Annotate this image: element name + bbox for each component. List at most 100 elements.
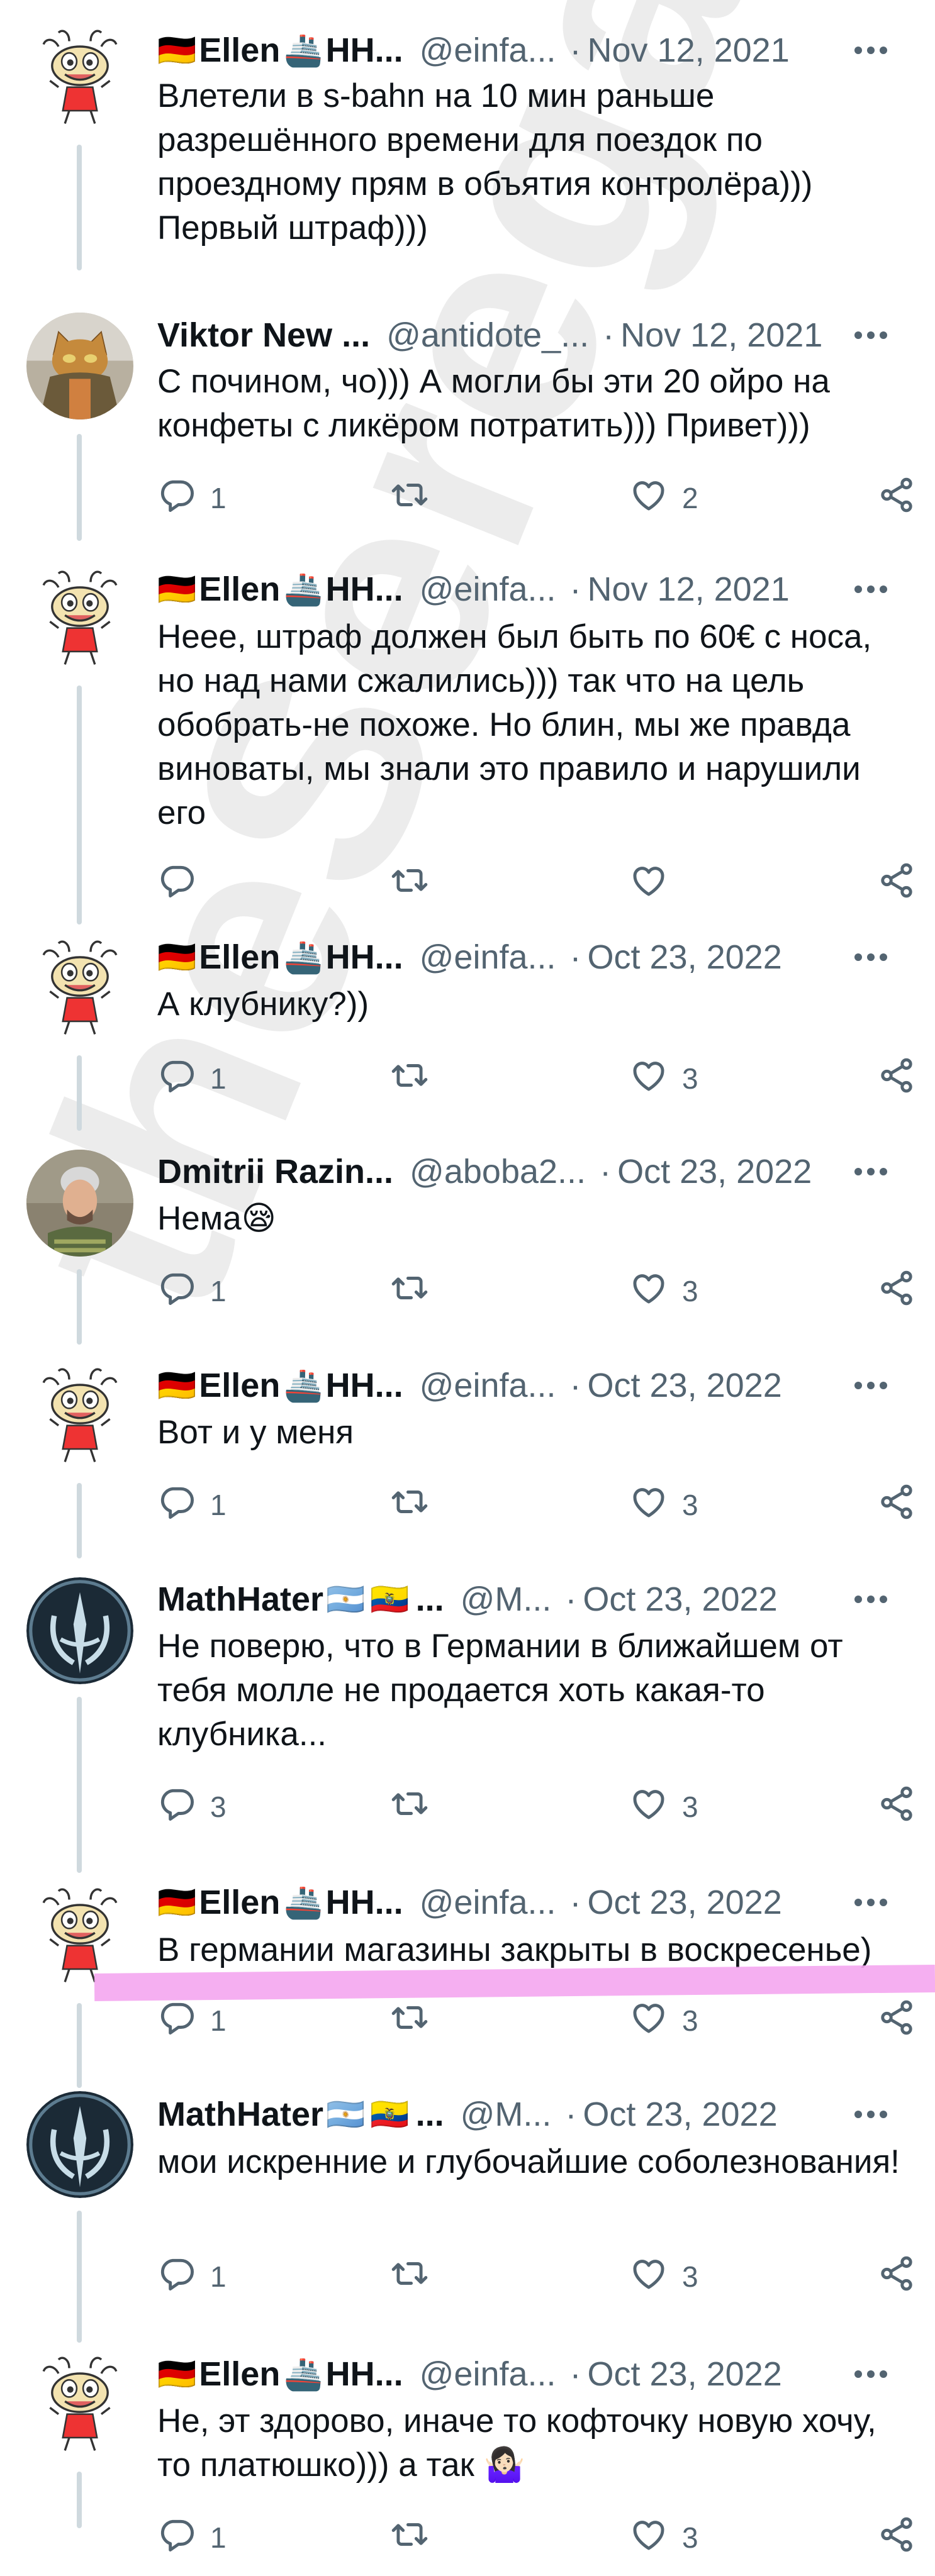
author-name-tail[interactable]: ...	[416, 1580, 444, 1619]
share-button[interactable]	[877, 2512, 916, 2563]
author-name-tail[interactable]: HH...	[326, 31, 403, 70]
reply-button[interactable]: 1	[157, 1053, 227, 1104]
more-icon[interactable]	[846, 313, 896, 357]
author-name-tail[interactable]: HH...	[326, 570, 403, 609]
share-button[interactable]	[877, 1480, 916, 1530]
avatar-bird[interactable]	[26, 25, 133, 132]
like-button[interactable]: 3	[629, 1053, 698, 1104]
author-handle[interactable]: @einfa...	[420, 31, 556, 70]
author-name[interactable]: Ellen	[199, 570, 280, 609]
reply-button[interactable]: 1	[157, 1266, 227, 1316]
more-icon[interactable]	[846, 1150, 896, 1194]
flag-de: 🇩🇪	[157, 939, 197, 975]
author-handle[interactable]: @aboba2...	[410, 1152, 586, 1191]
avatar-man[interactable]	[26, 1150, 133, 1257]
author-name-tail[interactable]: HH...	[326, 1883, 403, 1922]
author-name[interactable]: Ellen	[199, 2355, 280, 2394]
more-icon[interactable]	[846, 1577, 896, 1621]
avatar-jedi[interactable]	[26, 2091, 133, 2198]
retweet-button[interactable]	[390, 2512, 429, 2563]
like-count: 3	[682, 1062, 698, 1095]
more-icon[interactable]	[846, 567, 896, 611]
author-name-tail[interactable]: ...	[416, 2095, 444, 2134]
like-button[interactable]: 3	[629, 1996, 698, 2046]
author-name[interactable]: Ellen	[199, 938, 280, 977]
more-icon[interactable]	[846, 28, 896, 72]
author-handle[interactable]: @M...	[461, 2095, 552, 2134]
share-button[interactable]	[877, 1996, 916, 2046]
share-button[interactable]	[877, 858, 916, 909]
tweet-date[interactable]: Oct 23, 2022	[583, 2095, 777, 2134]
reply-button[interactable]: 1	[157, 1480, 227, 1530]
avatar-bird[interactable]	[26, 1363, 133, 1470]
tweet-header: 🇩🇪 Ellen 🚢 HH... @einfa... · Oct 23, 202…	[157, 2352, 910, 2396]
tweet-date[interactable]: Nov 12, 2021	[620, 316, 822, 355]
retweet-button[interactable]	[390, 858, 429, 909]
more-icon[interactable]	[846, 1363, 896, 1407]
reply-button[interactable]: 1	[157, 2512, 227, 2563]
tweet-date[interactable]: Oct 23, 2022	[588, 1366, 782, 1405]
tweet-date[interactable]: Nov 12, 2021	[588, 570, 790, 609]
tweet-date[interactable]: Oct 23, 2022	[588, 938, 782, 977]
more-icon[interactable]	[846, 1880, 896, 1924]
retweet-button[interactable]	[390, 1782, 429, 1832]
author-name[interactable]: Ellen	[199, 31, 280, 70]
reply-button[interactable]: 1	[157, 1996, 227, 2046]
retweet-button[interactable]	[390, 473, 429, 523]
tweet-date[interactable]: Oct 23, 2022	[588, 2355, 782, 2394]
like-button[interactable]: 3	[629, 1782, 698, 1832]
author-handle[interactable]: @einfa...	[420, 570, 556, 609]
retweet-button[interactable]	[390, 1053, 429, 1104]
tweet-header: MathHater 🇦🇷 🇪🇨 ... @M... · Oct 23, 2022	[157, 1577, 910, 1621]
share-button[interactable]	[877, 473, 916, 523]
share-button[interactable]	[877, 1782, 916, 1832]
author-name-tail[interactable]: HH...	[326, 2355, 403, 2394]
like-button[interactable]: 3	[629, 1266, 698, 1316]
author-handle[interactable]: @einfa...	[420, 938, 556, 977]
share-button[interactable]	[877, 1266, 916, 1316]
reply-button[interactable]: 1	[157, 473, 227, 523]
retweet-button[interactable]	[390, 1996, 429, 2046]
retweet-button[interactable]	[390, 1480, 429, 1530]
reply-icon	[157, 1269, 196, 1314]
more-icon[interactable]	[846, 2352, 896, 2396]
like-button[interactable]: 2	[629, 473, 698, 523]
like-button[interactable]: 3	[629, 2512, 698, 2563]
retweet-button[interactable]	[390, 2251, 429, 2302]
share-button[interactable]	[877, 2251, 916, 2302]
more-icon[interactable]	[846, 935, 896, 979]
tweet-date[interactable]: Oct 23, 2022	[588, 1883, 782, 1922]
avatar-cat[interactable]	[26, 313, 133, 419]
reply-button[interactable]	[157, 858, 196, 909]
author-handle[interactable]: @einfa...	[420, 1883, 556, 1922]
author-handle[interactable]: @antidote_...	[386, 316, 589, 355]
author-name[interactable]: Dmitrii Razin...	[157, 1152, 393, 1191]
author-name[interactable]: Viktor New ...	[157, 316, 370, 355]
author-name-tail[interactable]: HH...	[326, 938, 403, 977]
avatar-bird[interactable]	[26, 2352, 133, 2459]
tweet-date[interactable]: Oct 23, 2022	[617, 1152, 812, 1191]
like-button[interactable]	[629, 858, 668, 909]
author-handle[interactable]: @einfa...	[420, 1366, 556, 1405]
flag-ec: 🇪🇨	[370, 2096, 410, 2132]
reply-button[interactable]: 1	[157, 2251, 227, 2302]
like-button[interactable]: 3	[629, 1480, 698, 1530]
tweet-date[interactable]: Nov 12, 2021	[588, 31, 790, 70]
author-name[interactable]: Ellen	[199, 1366, 280, 1405]
share-button[interactable]	[877, 1053, 916, 1104]
author-handle[interactable]: @einfa...	[420, 2355, 556, 2394]
author-name[interactable]: MathHater	[157, 1580, 323, 1619]
reply-button[interactable]: 3	[157, 1782, 227, 1832]
author-handle[interactable]: @M...	[461, 1580, 552, 1619]
tweet-date[interactable]: Oct 23, 2022	[583, 1580, 777, 1619]
avatar-bird[interactable]	[26, 566, 133, 673]
author-name-tail[interactable]: HH...	[326, 1366, 403, 1405]
author-name[interactable]: Ellen	[199, 1883, 280, 1922]
more-icon[interactable]	[846, 2092, 896, 2136]
avatar-bird[interactable]	[26, 936, 133, 1043]
avatar-jedi[interactable]	[26, 1577, 133, 1684]
like-button[interactable]: 3	[629, 2251, 698, 2302]
author-name[interactable]: MathHater	[157, 2095, 323, 2134]
reply-count: 1	[210, 2004, 227, 2037]
retweet-button[interactable]	[390, 1266, 429, 1316]
